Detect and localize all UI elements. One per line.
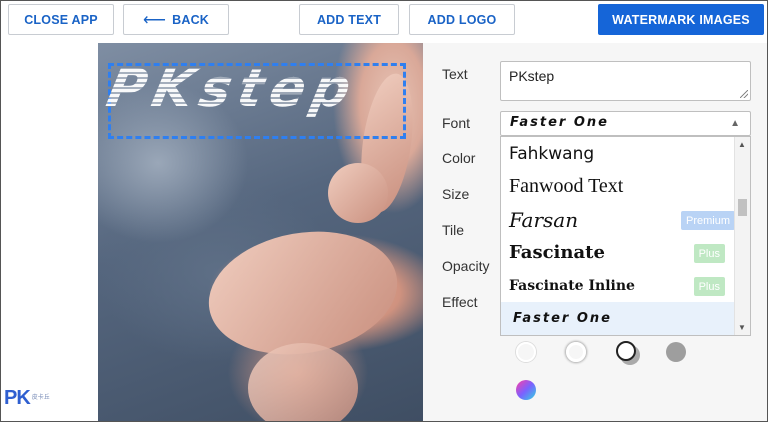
font-option-label: Fanwood Text: [509, 175, 624, 197]
editor-stage: PKstep PK 皮卡丘 Text PKstep Font Faster On…: [1, 43, 767, 421]
font-option-label: Faster One: [513, 311, 612, 326]
font-option-label: Fahkwang: [509, 143, 595, 164]
photo-detail: [328, 163, 388, 223]
font-label: Font: [442, 115, 471, 131]
toolbar: CLOSE APP ⟵ BACK ADD TEXT ADD LOGO WATER…: [1, 1, 767, 43]
effect-gradient-swatch[interactable]: [516, 380, 536, 400]
watermark-text[interactable]: PKstep: [102, 59, 363, 119]
effect-gray-swatch[interactable]: [666, 342, 686, 362]
plus-badge: Plus: [693, 244, 725, 263]
font-option-label: Farsan: [509, 207, 579, 232]
watermark-images-label: WATERMARK IMAGES: [612, 12, 750, 27]
text-input-value: PKstep: [509, 68, 555, 84]
font-option-faster-one[interactable]: Faster One: [501, 302, 735, 335]
size-label: Size: [442, 186, 470, 202]
font-option-label: Fascinate Inline: [509, 277, 635, 294]
opacity-label: Opacity: [442, 258, 490, 274]
logo-tagline: 皮卡丘: [31, 395, 50, 401]
color-label: Color: [442, 150, 476, 166]
effect-label: Effect: [442, 294, 478, 310]
dropdown-scrollbar[interactable]: ▲ ▼: [734, 137, 750, 335]
effect-shadow-swatch[interactable]: [616, 341, 636, 361]
font-option-fanwood-text[interactable]: Fanwood Text: [501, 170, 735, 203]
font-select-value: Faster One: [510, 115, 609, 130]
watermark-images-button[interactable]: WATERMARK IMAGES: [598, 4, 764, 35]
plus-badge: Plus: [693, 277, 725, 296]
scroll-down-icon[interactable]: ▼: [738, 323, 746, 332]
effect-emboss-swatch[interactable]: [566, 342, 586, 362]
font-option-fascinate[interactable]: Fascinate Plus: [501, 236, 735, 269]
resize-handle-icon[interactable]: [740, 90, 748, 98]
preview-image: PKstep: [98, 43, 423, 421]
back-button[interactable]: ⟵ BACK: [123, 4, 229, 35]
scroll-up-icon[interactable]: ▲: [738, 140, 746, 149]
add-logo-label: ADD LOGO: [427, 12, 497, 27]
settings-panel: Text PKstep Font Faster One ▲ Color Size…: [423, 43, 767, 421]
font-select[interactable]: Faster One ▲: [500, 111, 751, 136]
arrow-left-icon: ⟵: [142, 11, 167, 29]
text-label: Text: [442, 66, 468, 82]
back-label: BACK: [172, 12, 210, 27]
premium-badge: Premium: [680, 211, 735, 230]
add-text-label: ADD TEXT: [316, 12, 382, 27]
close-app-button[interactable]: CLOSE APP: [8, 4, 114, 35]
caret-up-icon: ▲: [730, 118, 740, 129]
watermark-text-input[interactable]: PKstep: [500, 61, 751, 101]
add-logo-button[interactable]: ADD LOGO: [409, 4, 515, 35]
effect-outline-swatch[interactable]: [516, 342, 536, 362]
font-option-farsan[interactable]: Farsan Premium: [501, 203, 735, 236]
font-option-label: Fascinate: [509, 242, 605, 263]
font-dropdown-list[interactable]: Fahkwang Fanwood Text Farsan Premium Fas…: [500, 136, 751, 336]
logo-mark: PK: [4, 387, 31, 409]
site-logo: PK 皮卡丘: [4, 387, 50, 410]
scrollbar-thumb[interactable]: [738, 199, 747, 216]
add-text-button[interactable]: ADD TEXT: [299, 4, 399, 35]
font-option-fascinate-inline[interactable]: Fascinate Inline Plus: [501, 269, 735, 302]
close-app-label: CLOSE APP: [24, 12, 98, 27]
photo-detail: [248, 343, 358, 421]
tile-label: Tile: [442, 222, 465, 238]
font-option-fahkwang[interactable]: Fahkwang: [501, 137, 735, 170]
